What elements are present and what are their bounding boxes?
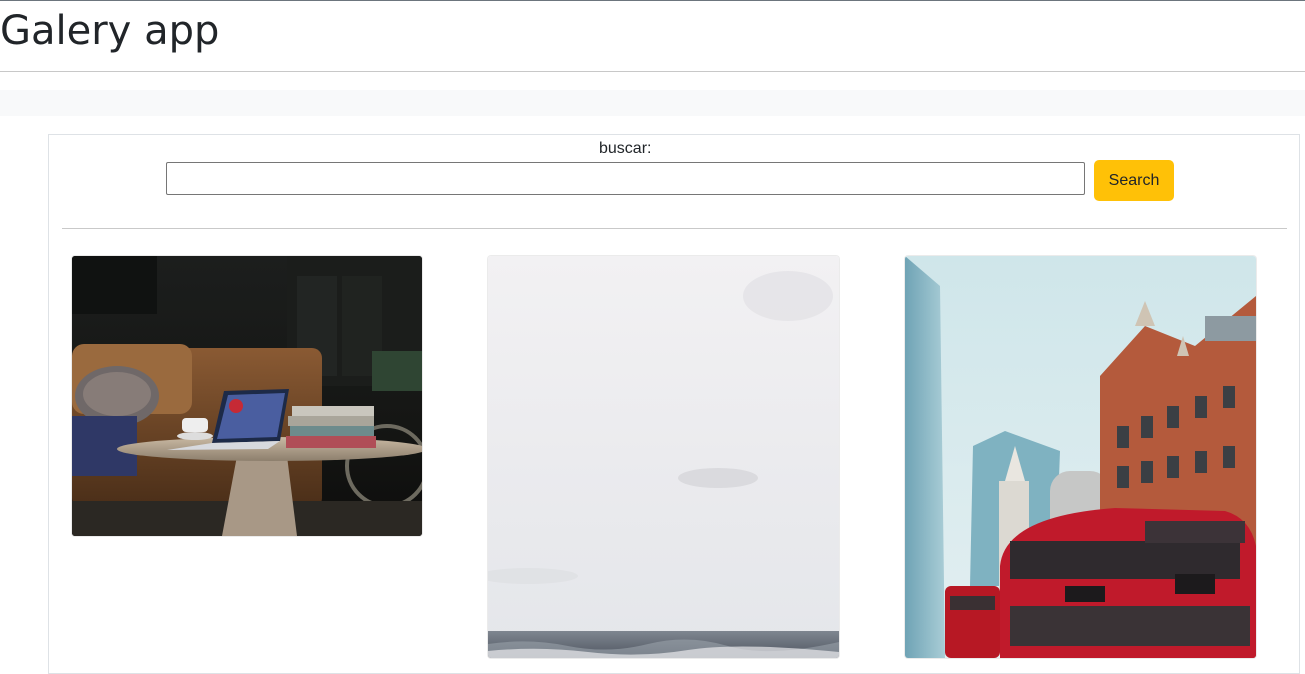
sea-photo bbox=[488, 256, 839, 658]
laptop-photo bbox=[72, 256, 422, 536]
gallery-image-sea[interactable] bbox=[488, 256, 839, 658]
gallery-image-bus[interactable] bbox=[905, 256, 1256, 658]
search-label: buscar: bbox=[599, 140, 652, 157]
gallery-image-laptop[interactable] bbox=[72, 256, 422, 536]
app-title: Galery app bbox=[0, 8, 220, 54]
app-header: Galery app bbox=[0, 1, 1305, 72]
search-input[interactable] bbox=[166, 162, 1085, 195]
bus-photo bbox=[905, 256, 1256, 658]
search-button[interactable]: Search bbox=[1094, 160, 1174, 201]
navbar-band bbox=[0, 90, 1305, 116]
section-divider bbox=[62, 228, 1287, 229]
